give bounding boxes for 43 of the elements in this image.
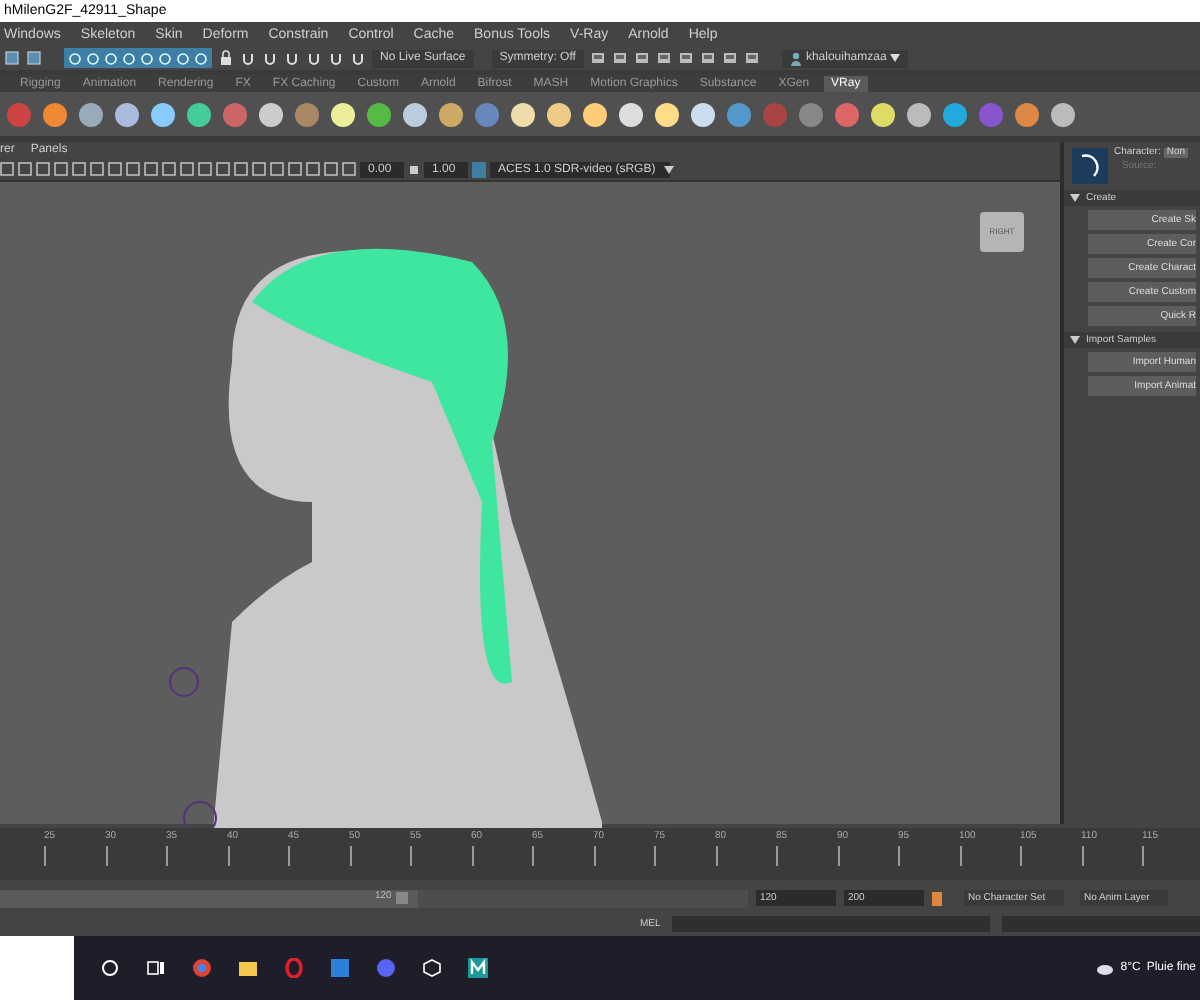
caret-icon — [663, 165, 674, 173]
maya-icon[interactable] — [468, 958, 488, 978]
browser-icon[interactable] — [192, 958, 212, 978]
shelf-tool-icon[interactable] — [616, 99, 646, 129]
caret-icon — [1070, 336, 1080, 344]
weather-cloud-icon — [1096, 961, 1115, 975]
shelf-tool-icon[interactable] — [112, 99, 142, 129]
cube-icon[interactable] — [422, 958, 442, 978]
shelf-tool-icon[interactable] — [328, 99, 358, 129]
task-view-icon[interactable] — [146, 958, 166, 978]
gamma-icon[interactable] — [408, 163, 420, 175]
shelf-tool-icon[interactable] — [904, 99, 934, 129]
shelf-tool-icon[interactable] — [148, 99, 178, 129]
taskbar-search-field[interactable] — [0, 936, 74, 1000]
shelf-tool-icon[interactable] — [400, 99, 430, 129]
shelf-tool-icon[interactable] — [688, 99, 718, 129]
shelf-tool-icon[interactable] — [256, 99, 286, 129]
human-ik-logo-icon — [1072, 148, 1108, 184]
chat-app-icon[interactable] — [376, 958, 396, 978]
color-management-icon[interactable] — [472, 161, 486, 177]
folder-icon[interactable] — [238, 958, 258, 978]
shelf-tool-icon[interactable] — [436, 99, 466, 129]
shelf-tool-icon[interactable] — [508, 99, 538, 129]
caret-icon — [890, 54, 901, 62]
cortana-icon[interactable] — [100, 958, 120, 978]
shelf-tool-icon[interactable] — [40, 99, 70, 129]
shelf-tool-icon[interactable] — [868, 99, 898, 129]
auto-key-icon[interactable] — [932, 890, 944, 906]
shelf-tool-icon[interactable] — [1048, 99, 1078, 129]
range-slider-fill[interactable] — [0, 889, 419, 907]
caret-icon — [1070, 194, 1080, 202]
shelf-tool-icon[interactable] — [184, 99, 214, 129]
shelf-tool-icon[interactable] — [940, 99, 970, 129]
shelf-tool-icon[interactable] — [364, 99, 394, 129]
shelf-tool-icon[interactable] — [1012, 99, 1042, 129]
shelf-tool-icon[interactable] — [544, 99, 574, 129]
shelf-tool-icon[interactable] — [580, 99, 610, 129]
shelf-tool-icon[interactable] — [652, 99, 682, 129]
opera-icon[interactable] — [284, 958, 304, 978]
photos-icon[interactable] — [330, 958, 350, 978]
lock-icon[interactable] — [218, 50, 234, 66]
shelf-tool-icon[interactable] — [76, 99, 106, 129]
user-icon — [789, 51, 802, 65]
